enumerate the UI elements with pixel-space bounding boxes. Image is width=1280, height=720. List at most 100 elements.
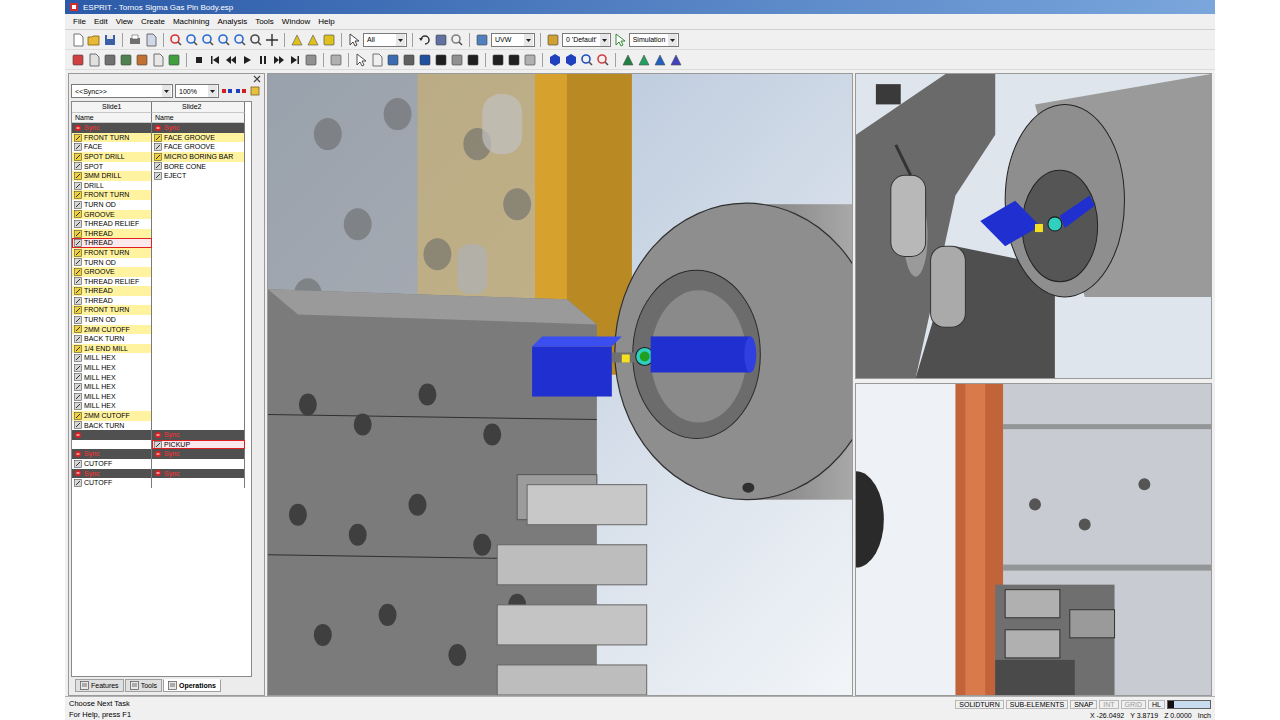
toolbar-button-icon[interactable] bbox=[450, 33, 464, 47]
operation-cell[interactable]: GROOVE bbox=[72, 210, 152, 220]
empty-cell[interactable] bbox=[152, 267, 245, 277]
toolbar-button-icon[interactable] bbox=[217, 33, 231, 47]
empty-cell[interactable] bbox=[152, 248, 245, 258]
panel-tab[interactable]: Tools bbox=[125, 679, 162, 692]
empty-cell[interactable] bbox=[152, 190, 245, 200]
operation-cell[interactable]: THREAD bbox=[72, 238, 152, 248]
operation-cell[interactable]: FACE GROOVE bbox=[152, 142, 245, 152]
toolbar-button-icon[interactable] bbox=[103, 33, 117, 47]
empty-cell[interactable] bbox=[152, 258, 245, 268]
column-header[interactable]: Slide2 bbox=[152, 102, 245, 113]
empty-cell[interactable] bbox=[152, 334, 245, 344]
toolbar-button-icon[interactable] bbox=[71, 53, 85, 67]
operation-cell[interactable]: FRONT TURN bbox=[72, 305, 152, 315]
panel-tab[interactable]: Features bbox=[75, 679, 124, 692]
close-icon[interactable] bbox=[253, 75, 261, 83]
empty-cell[interactable] bbox=[152, 421, 245, 431]
toolbar-button-icon[interactable] bbox=[434, 53, 448, 67]
status-mode[interactable]: HL bbox=[1148, 700, 1165, 709]
toolbar-button-icon[interactable] bbox=[322, 33, 336, 47]
toolbar-button-icon[interactable] bbox=[201, 33, 215, 47]
sync-add-icon[interactable] bbox=[221, 85, 233, 97]
empty-cell[interactable] bbox=[152, 373, 245, 383]
status-mode[interactable]: SNAP bbox=[1070, 700, 1097, 709]
empty-cell[interactable] bbox=[152, 277, 245, 287]
toolbar-button-icon[interactable] bbox=[370, 53, 384, 67]
sync-cell[interactable]: Sync bbox=[152, 123, 245, 133]
toolbar-button-icon[interactable] bbox=[523, 53, 537, 67]
toolbar-button-icon[interactable] bbox=[87, 33, 101, 47]
toolbar-button-icon[interactable] bbox=[272, 53, 286, 67]
toolbar-button-icon[interactable] bbox=[185, 33, 199, 47]
toolbar-button-icon[interactable] bbox=[580, 53, 594, 67]
toolbar-button-icon[interactable] bbox=[192, 53, 206, 67]
toolbar-button-icon[interactable] bbox=[103, 53, 117, 67]
operation-cell[interactable]: SPOT bbox=[72, 162, 152, 172]
sync-cell[interactable]: Sync bbox=[152, 449, 245, 459]
toolbar-button-icon[interactable] bbox=[288, 53, 302, 67]
operation-cell[interactable]: 1/4 END MILL bbox=[72, 344, 152, 354]
toolbar-combo[interactable]: Simulation bbox=[629, 33, 680, 47]
toolbar-button-icon[interactable] bbox=[596, 53, 610, 67]
operation-cell[interactable]: FRONT TURN bbox=[72, 133, 152, 143]
menu-item[interactable]: Tools bbox=[251, 17, 278, 26]
operation-cell[interactable]: BACK TURN bbox=[72, 421, 152, 431]
empty-cell[interactable] bbox=[152, 305, 245, 315]
empty-cell[interactable] bbox=[152, 315, 245, 325]
sync-cell[interactable]: Sync bbox=[152, 430, 245, 440]
toolbar-button-icon[interactable] bbox=[306, 33, 320, 47]
toolbar-combo[interactable]: UVW bbox=[491, 33, 535, 47]
operation-cell[interactable]: BACK TURN bbox=[72, 334, 152, 344]
sync-cell[interactable]: Sync bbox=[72, 449, 152, 459]
operation-cell[interactable]: FRONT TURN bbox=[72, 248, 152, 258]
empty-cell[interactable] bbox=[152, 229, 245, 239]
column-subheader[interactable]: Name bbox=[72, 113, 152, 124]
status-mode[interactable]: GRID bbox=[1121, 700, 1147, 709]
operation-cell[interactable]: THREAD bbox=[72, 286, 152, 296]
toolbar-button-icon[interactable] bbox=[418, 33, 432, 47]
toolbar-button-icon[interactable] bbox=[329, 53, 343, 67]
sync-cell[interactable] bbox=[72, 430, 152, 440]
empty-cell[interactable] bbox=[152, 353, 245, 363]
empty-cell[interactable] bbox=[152, 286, 245, 296]
toolbar-button-icon[interactable] bbox=[564, 53, 578, 67]
menu-item[interactable]: View bbox=[112, 17, 137, 26]
sync-remove-icon[interactable] bbox=[235, 85, 247, 97]
operation-cell[interactable]: 3MM DRILL bbox=[72, 171, 152, 181]
toolbar-button-icon[interactable] bbox=[621, 53, 635, 67]
toolbar-button-icon[interactable] bbox=[256, 53, 270, 67]
operation-cell[interactable]: PICKUP bbox=[152, 440, 245, 450]
machine-viewport[interactable] bbox=[855, 383, 1212, 696]
operation-cell[interactable]: TURN OD bbox=[72, 258, 152, 268]
operation-cell[interactable]: BORE CONE bbox=[152, 162, 245, 172]
toolbar-button-icon[interactable] bbox=[466, 53, 480, 67]
empty-cell[interactable] bbox=[152, 411, 245, 421]
operation-cell[interactable]: THREAD RELIEF bbox=[72, 277, 152, 287]
menu-item[interactable]: Edit bbox=[90, 17, 112, 26]
toolbar-button-icon[interactable] bbox=[450, 53, 464, 67]
empty-cell[interactable] bbox=[152, 200, 245, 210]
column-subheader[interactable]: Name bbox=[152, 113, 245, 124]
operation-cell[interactable]: MILL HEX bbox=[72, 363, 152, 373]
empty-cell[interactable] bbox=[152, 210, 245, 220]
operation-cell[interactable]: SPOT DRILL bbox=[72, 152, 152, 162]
machine-overview[interactable] bbox=[856, 384, 1211, 695]
operation-cell[interactable]: CUTOFF bbox=[72, 478, 152, 488]
detail-viewport[interactable] bbox=[855, 73, 1212, 379]
toolbar-button-icon[interactable] bbox=[386, 53, 400, 67]
sync-filter-combo[interactable]: <<Sync>> bbox=[71, 84, 173, 98]
toolbar-button-icon[interactable] bbox=[71, 33, 85, 47]
toolbar-button-icon[interactable] bbox=[475, 33, 489, 47]
toolbar-button-icon[interactable] bbox=[304, 53, 318, 67]
toolbar-button-icon[interactable] bbox=[402, 53, 416, 67]
toolbar-combo[interactable]: All bbox=[363, 33, 407, 47]
operation-cell[interactable]: FRONT TURN bbox=[72, 190, 152, 200]
empty-cell[interactable] bbox=[152, 478, 245, 488]
operation-cell[interactable]: EJECT bbox=[152, 171, 245, 181]
operation-cell[interactable]: MILL HEX bbox=[72, 382, 152, 392]
empty-cell[interactable] bbox=[152, 459, 245, 469]
toolbar-button-icon[interactable] bbox=[354, 53, 368, 67]
empty-cell[interactable] bbox=[152, 392, 245, 402]
operation-cell[interactable]: CUTOFF bbox=[72, 459, 152, 469]
toolbar-button-icon[interactable] bbox=[144, 33, 158, 47]
